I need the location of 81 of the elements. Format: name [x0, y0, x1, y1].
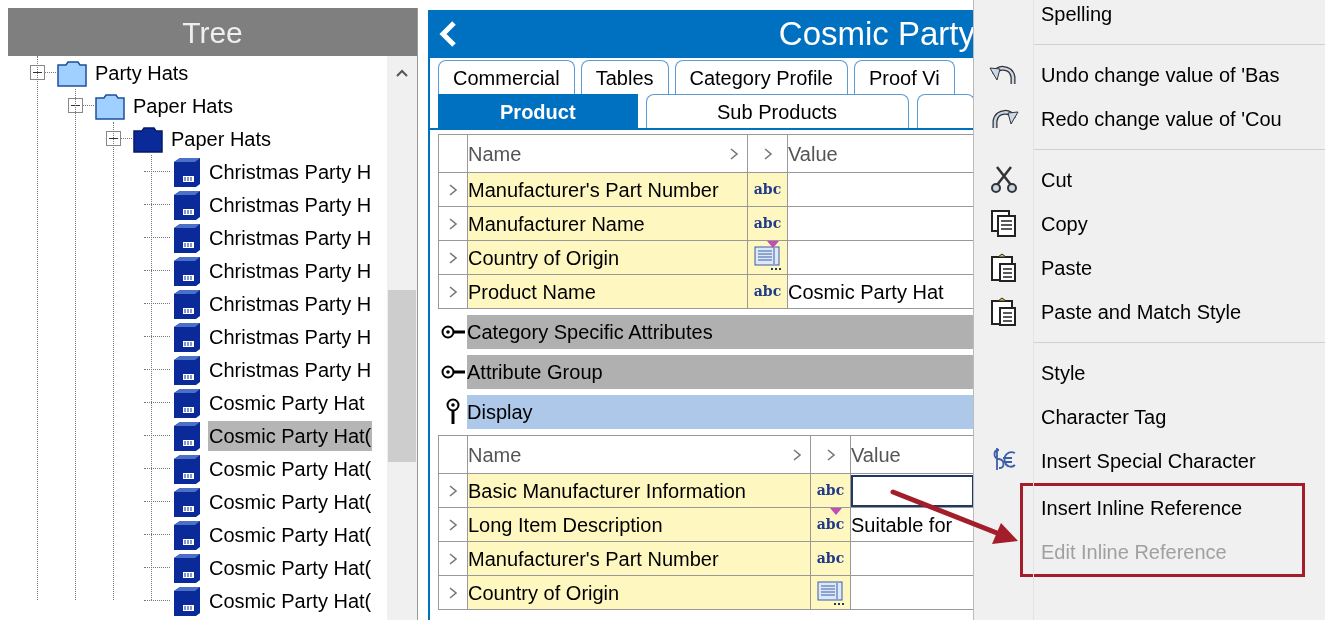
tree-item[interactable]: Christmas Party H — [208, 189, 373, 220]
tree-item[interactable]: Christmas Party H — [208, 354, 373, 385]
tree-item[interactable]: Christmas Party H — [208, 222, 373, 253]
chevron-icon[interactable] — [825, 447, 836, 462]
copy-icon — [989, 209, 1019, 239]
tree-item[interactable]: Cosmic Party Hat — [208, 387, 366, 418]
menu-item[interactable]: Redo change value of 'Cou — [1034, 104, 1282, 134]
attribute-name: Country of Origin — [468, 576, 811, 610]
column-title: Name — [468, 442, 523, 468]
flag-marker — [830, 508, 842, 515]
cut-icon — [989, 165, 1019, 195]
tree-item[interactable]: Cosmic Party Hat( — [208, 552, 373, 583]
expand-icon[interactable] — [448, 250, 458, 265]
menu-item[interactable]: Paste and Match Style — [1034, 297, 1242, 327]
tree-item[interactable]: Cosmic Party Hat( — [208, 519, 373, 550]
tree-item[interactable]: Christmas Party H — [208, 321, 373, 352]
attribute-group[interactable]: Attribute Group — [467, 355, 975, 389]
expand-icon[interactable] — [448, 216, 458, 231]
tree-item[interactable]: Paper Hats — [170, 123, 273, 154]
tree-item[interactable]: Cosmic Party Hat( — [208, 486, 373, 517]
menu-item[interactable]: Spelling — [1034, 0, 1113, 29]
tree-item[interactable]: Christmas Party H — [208, 156, 373, 187]
expand-icon[interactable] — [448, 483, 458, 498]
tree-item[interactable]: Cosmic Party Hat( — [208, 585, 373, 616]
attribute-name: Manufacturer Name — [468, 207, 748, 241]
tab[interactable]: Product — [438, 94, 638, 128]
menu-item: Edit Inline Reference — [1040, 540, 1227, 565]
expand-icon[interactable] — [448, 585, 458, 600]
menu-item[interactable]: Character Tag — [1034, 402, 1167, 432]
tree-item[interactable]: Cosmic Party Hat( — [208, 453, 373, 484]
text-type-label: abc — [753, 214, 782, 233]
expand-icon[interactable] — [448, 284, 458, 299]
tree-item[interactable]: Christmas Party H — [208, 255, 373, 286]
tab[interactable]: Proof Vi — [853, 60, 955, 94]
tab[interactable]: Category Profile — [674, 60, 848, 94]
expand-icon[interactable] — [448, 517, 458, 532]
text-type-label: abc — [816, 549, 845, 568]
attribute-name: Manufacturer's Part Number — [468, 542, 811, 576]
flag-marker — [767, 241, 779, 248]
editor-title: Cosmic Party — [778, 14, 975, 55]
attribute-name: Manufacturer's Part Number — [468, 173, 748, 207]
scrollbar[interactable] — [387, 56, 417, 620]
menu-item[interactable]: Cut — [1034, 165, 1073, 195]
menu-item[interactable]: Undo change value of 'Bas — [1034, 60, 1280, 90]
tree-item[interactable]: Cosmic Party Hat( — [208, 420, 373, 451]
scrollbar-thumb[interactable] — [388, 290, 416, 462]
attribute-group[interactable]: Category Specific Attributes — [467, 315, 975, 349]
text-type-label: abc — [816, 515, 845, 534]
attribute-group[interactable]: Display — [467, 395, 975, 429]
attribute-name: Basic Manufacturer Information — [468, 474, 811, 508]
expand-icon[interactable] — [448, 182, 458, 197]
tab[interactable]: Commercial — [438, 60, 575, 94]
collapse-toggle[interactable] — [106, 131, 121, 146]
chevron-icon[interactable] — [762, 146, 773, 161]
chevron-icon[interactable] — [729, 146, 739, 161]
menu-item[interactable]: Style — [1034, 358, 1086, 388]
menu-item[interactable]: Insert Special Character — [1034, 446, 1256, 476]
expand-icon[interactable] — [448, 551, 458, 566]
tab[interactable]: Sub Products — [645, 94, 909, 128]
back-icon[interactable] — [438, 20, 458, 48]
tree-item[interactable]: Christmas Party H — [208, 288, 373, 319]
tab[interactable]: Tables — [580, 60, 669, 94]
tree-item[interactable]: Paper Hats — [132, 90, 235, 121]
attribute-name: Product Name — [468, 275, 748, 309]
menu-item[interactable]: Copy — [1034, 209, 1088, 239]
text-type-label: abc — [753, 180, 782, 199]
attribute-name: Country of Origin — [468, 241, 748, 275]
text-type-label: abc — [753, 282, 782, 301]
text-type-label: abc — [816, 481, 845, 500]
scroll-up-icon[interactable] — [395, 68, 409, 78]
tab[interactable] — [916, 94, 975, 128]
column-title: Name — [468, 141, 523, 167]
panel-title: Tree — [8, 8, 417, 56]
collapse-toggle[interactable] — [68, 98, 83, 113]
chevron-icon[interactable] — [792, 447, 802, 462]
paste-icon — [989, 297, 1019, 327]
menu-item[interactable]: Paste — [1034, 253, 1093, 283]
collapse-toggle[interactable] — [30, 65, 45, 80]
tree-item[interactable]: Party Hats — [94, 57, 190, 88]
paste-icon — [989, 253, 1019, 283]
attribute-name: Long Item Description — [468, 508, 811, 542]
